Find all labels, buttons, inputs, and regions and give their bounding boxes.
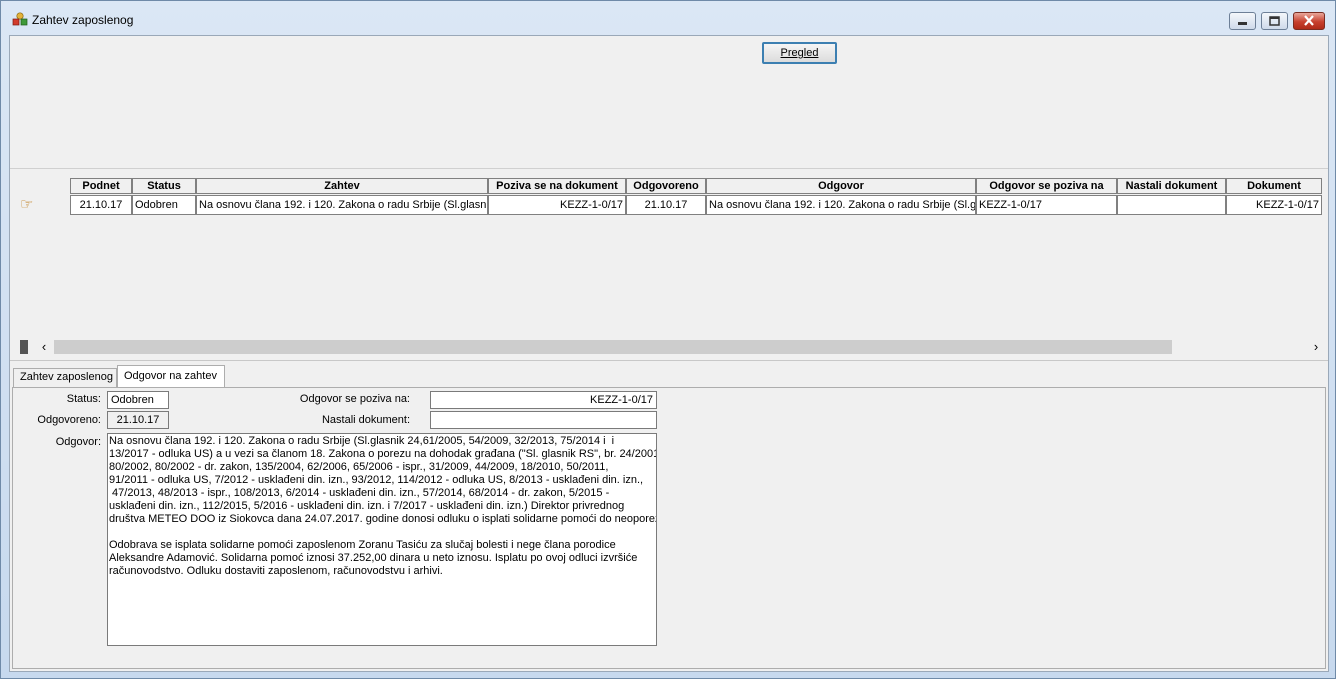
column-header-status[interactable]: Status	[132, 178, 196, 194]
window-title: Zahtev zaposlenog	[32, 13, 134, 27]
separator	[10, 360, 1328, 361]
scroll-left-icon[interactable]: ‹	[34, 338, 54, 356]
column-header-odgovoreno[interactable]: Odgovoreno	[626, 178, 706, 194]
horizontal-scrollbar[interactable]: ‹ ›	[18, 338, 1326, 356]
cell-podnet[interactable]: 21.10.17	[70, 195, 132, 215]
scroll-right-icon[interactable]: ›	[1306, 338, 1326, 356]
odgovor-se-poziva-na-field[interactable]: KEZZ-1-0/17	[430, 391, 657, 409]
odgovor-textarea[interactable]: Na osnovu člana 192. i 120. Zakona o rad…	[107, 433, 657, 646]
pregled-button[interactable]: Pregled	[762, 42, 837, 64]
cell-status[interactable]: Odobren	[132, 195, 196, 215]
separator	[10, 168, 1328, 169]
scroll-thumb[interactable]	[54, 340, 1172, 354]
pregled-label: Pregled	[780, 47, 819, 59]
minimize-button[interactable]	[1229, 12, 1256, 30]
main-window: Zahtev zaposlenog Pregled Podnet Status …	[0, 0, 1336, 679]
column-header-poziva-se-na-dokument[interactable]: Poziva se na dokument	[488, 178, 626, 194]
cell-odgovoreno[interactable]: 21.10.17	[626, 195, 706, 215]
app-icon	[12, 12, 28, 26]
client-area: Pregled Podnet Status Zahtev Poziva se n…	[9, 35, 1329, 672]
column-header-odgovor[interactable]: Odgovor	[706, 178, 976, 194]
pointing-hand-icon: ☞	[20, 196, 34, 213]
tab-zahtev-zaposlenog[interactable]: Zahtev zaposlenog	[13, 368, 117, 387]
odgovor-label: Odgovor:	[55, 436, 101, 448]
table-row[interactable]: ☞ 21.10.17 Odobren Na osnovu člana 192. …	[18, 195, 1322, 215]
column-header-podnet[interactable]: Podnet	[70, 178, 132, 194]
tab-panel-odgovor: Status: Odobren Odgovoreno: 21.10.17 Odg…	[12, 387, 1326, 669]
grid-header: Podnet Status Zahtev Poziva se na dokume…	[18, 178, 1322, 194]
cell-odgovor-se-poziva-na[interactable]: KEZZ-1-0/17	[976, 195, 1117, 215]
cell-nastali-dokument[interactable]	[1117, 195, 1226, 215]
close-button[interactable]	[1293, 12, 1325, 30]
cell-zahtev[interactable]: Na osnovu člana 192. i 120. Zakona o rad…	[196, 195, 488, 215]
nastali-dokument-field[interactable]	[430, 411, 657, 429]
cell-dokument[interactable]: KEZZ-1-0/17	[1226, 195, 1322, 215]
column-header-odgovor-se-poziva-na[interactable]: Odgovor se poziva na	[976, 178, 1117, 194]
nastali-dokument-label: Nastali dokument:	[321, 414, 410, 426]
status-field[interactable]: Odobren	[107, 391, 169, 409]
cell-odgovor[interactable]: Na osnovu člana 192. i 120. Zakona o rad…	[706, 195, 976, 215]
column-header-zahtev[interactable]: Zahtev	[196, 178, 488, 194]
minimize-icon	[1238, 22, 1247, 25]
maximize-icon	[1269, 16, 1280, 26]
title-bar: Zahtev zaposlenog	[1, 1, 1335, 35]
tab-odgovor-na-zahtev[interactable]: Odgovor na zahtev	[117, 365, 225, 388]
requests-grid: Podnet Status Zahtev Poziva se na dokume…	[18, 175, 1322, 356]
column-header-nastali-dokument[interactable]: Nastali dokument	[1117, 178, 1226, 194]
odgovor-se-poziva-na-label: Odgovor se poziva na:	[299, 393, 410, 405]
maximize-button[interactable]	[1261, 12, 1288, 30]
status-label: Status:	[66, 393, 101, 405]
scroll-marker	[20, 340, 28, 354]
column-header-dokument[interactable]: Dokument	[1226, 178, 1322, 194]
odgovoreno-label: Odgovoreno:	[37, 414, 101, 426]
cell-poziva-se-na-dokument[interactable]: KEZZ-1-0/17	[488, 195, 626, 215]
odgovoreno-field[interactable]: 21.10.17	[107, 411, 169, 429]
close-icon	[1304, 15, 1314, 26]
